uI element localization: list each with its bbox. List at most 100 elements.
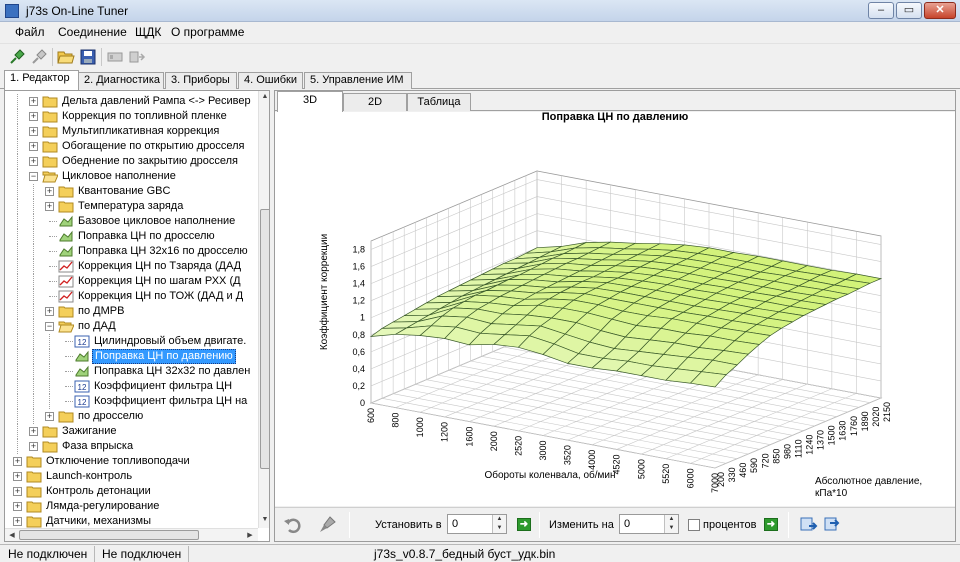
- connect-icon[interactable]: [8, 48, 26, 66]
- tree-vertical-scrollbar[interactable]: ▲ ▼: [258, 91, 269, 528]
- save-icon[interactable]: [79, 48, 97, 66]
- expand-icon[interactable]: +: [13, 487, 22, 496]
- scroll-right-icon[interactable]: ▶: [244, 531, 256, 539]
- tree-connector: [49, 251, 57, 252]
- x-tick-label: 3520: [563, 445, 573, 465]
- set-spin-arrows[interactable]: ▲ ▼: [492, 515, 506, 533]
- import-icon[interactable]: [799, 515, 819, 535]
- scroll-left-icon[interactable]: ◀: [6, 531, 18, 539]
- collapse-icon[interactable]: −: [45, 322, 54, 331]
- tab-3d[interactable]: 3D: [277, 91, 343, 112]
- expand-icon[interactable]: +: [29, 112, 38, 121]
- menu-shdk[interactable]: ЩДК: [135, 25, 161, 39]
- expand-icon[interactable]: +: [29, 427, 38, 436]
- tree-connector: [33, 289, 34, 304]
- tree-connector: [17, 289, 18, 304]
- device-write-icon[interactable]: [128, 48, 146, 66]
- tree-item-label: по дросселю: [78, 410, 144, 422]
- undo-icon[interactable]: [283, 515, 303, 535]
- x-tick-label: 3000: [538, 441, 548, 461]
- toolbar: [0, 43, 960, 69]
- tree-item-label: Коррекция ЦН по ТОЖ (ДАД и Д: [78, 290, 244, 302]
- tab-diagnostics[interactable]: 2. Диагностика: [78, 72, 164, 89]
- disconnect-icon[interactable]: [30, 48, 48, 66]
- apply-change-button[interactable]: ➜: [764, 518, 778, 531]
- expand-icon[interactable]: +: [13, 502, 22, 511]
- change-value-text: 0: [624, 518, 631, 530]
- surface-chart[interactable]: 0 0,2 0,4 0,6 0,8 1 1,2 1,4 1,6 1,8 600 800 1000 1200…: [275, 111, 955, 506]
- tree-connector: [17, 304, 18, 319]
- menu-about[interactable]: О программе: [171, 25, 244, 39]
- expand-icon[interactable]: +: [13, 517, 22, 526]
- tree-connector: [33, 349, 34, 364]
- graph-icon: [58, 290, 74, 303]
- hscroll-thumb[interactable]: [19, 530, 199, 540]
- z-tick-label: 1,8: [352, 245, 365, 255]
- folder-icon: [26, 456, 42, 468]
- export-icon[interactable]: [823, 515, 843, 535]
- tree-item-label: Отключение топливоподачи: [46, 455, 190, 467]
- surface-map-icon: [75, 365, 89, 377]
- collapse-icon[interactable]: −: [29, 172, 38, 181]
- tree-connector: [17, 229, 18, 244]
- open-folder-icon[interactable]: [57, 48, 75, 66]
- expand-icon[interactable]: +: [29, 442, 38, 451]
- expand-icon[interactable]: +: [45, 187, 54, 196]
- expand-icon[interactable]: +: [29, 97, 38, 106]
- scroll-up-icon[interactable]: ▲: [259, 93, 269, 100]
- tree-connector: [49, 349, 50, 364]
- status-connection-1: Не подключен: [8, 547, 88, 561]
- y-tick-label: 460: [738, 463, 748, 478]
- menu-bar: Файл Соединение ЩДК О программе: [0, 22, 960, 42]
- minimize-button[interactable]: –: [868, 2, 894, 19]
- tab-table[interactable]: Таблица: [407, 93, 471, 111]
- tree-horizontal-scrollbar[interactable]: ◀ ▶: [5, 528, 258, 541]
- expand-icon[interactable]: +: [29, 127, 38, 136]
- x-tick-label: 1200: [440, 422, 450, 442]
- z-tick-label: 1,2: [352, 296, 365, 306]
- tree-connector: [65, 401, 73, 402]
- tree-item-label: Коррекция ЦН по шагам РХХ (Д: [78, 275, 241, 287]
- tree-connector: [33, 334, 34, 349]
- tree-connector: [49, 334, 50, 349]
- y-tick-label: 1500: [827, 425, 837, 445]
- tree-connector: [65, 371, 73, 372]
- y-tick-label: 2020: [871, 407, 881, 427]
- scroll-thumb[interactable]: [260, 209, 269, 469]
- z-axis-label: Коэффициент коррекции: [318, 234, 330, 350]
- set-value-text: 0: [452, 518, 459, 530]
- expand-icon[interactable]: +: [45, 412, 54, 421]
- change-spin-arrows[interactable]: ▲ ▼: [664, 515, 678, 533]
- tab-editor[interactable]: 1. Редактор: [4, 70, 79, 90]
- brush-icon[interactable]: [317, 515, 337, 535]
- scroll-down-icon[interactable]: ▼: [259, 516, 269, 523]
- chart-title: Поправка ЦН по давлению: [542, 112, 688, 123]
- apply-set-button[interactable]: ➜: [517, 518, 531, 531]
- percent-checkbox[interactable]: [688, 519, 700, 531]
- tab-errors[interactable]: 4. Ошибки: [238, 72, 303, 89]
- expand-icon[interactable]: +: [45, 202, 54, 211]
- set-value-input[interactable]: 0 ▲ ▼: [447, 514, 507, 534]
- menu-connection[interactable]: Соединение: [58, 25, 127, 39]
- toolbar-separator: [349, 512, 350, 538]
- status-connection-2: Не подключен: [102, 547, 182, 561]
- expand-icon[interactable]: +: [29, 142, 38, 151]
- expand-icon[interactable]: +: [45, 307, 54, 316]
- tab-actuators[interactable]: 5. Управление ИМ: [304, 72, 412, 89]
- maximize-button[interactable]: ▭: [896, 2, 922, 19]
- change-value-input[interactable]: 0 ▲ ▼: [619, 514, 679, 534]
- expand-icon[interactable]: +: [29, 157, 38, 166]
- expand-icon[interactable]: +: [13, 472, 22, 481]
- device-read-icon[interactable]: [106, 48, 124, 66]
- close-button[interactable]: ✕: [924, 2, 956, 19]
- tab-gauges[interactable]: 3. Приборы: [165, 72, 237, 89]
- tab-2d[interactable]: 2D: [343, 93, 407, 111]
- menu-file[interactable]: Файл: [15, 25, 45, 39]
- z-tick-label: 0,2: [352, 381, 365, 391]
- expand-icon[interactable]: +: [13, 457, 22, 466]
- content-panel: 3D 2D Таблица 0 0,2 0,4 0,6 0,8 1 1,2 1,4 1,6 1,8…: [274, 90, 956, 542]
- y-tick-label: 850: [771, 449, 781, 464]
- number-value-icon: 12: [74, 380, 90, 393]
- tree-connector: [17, 439, 18, 454]
- tree-connector: [49, 281, 57, 282]
